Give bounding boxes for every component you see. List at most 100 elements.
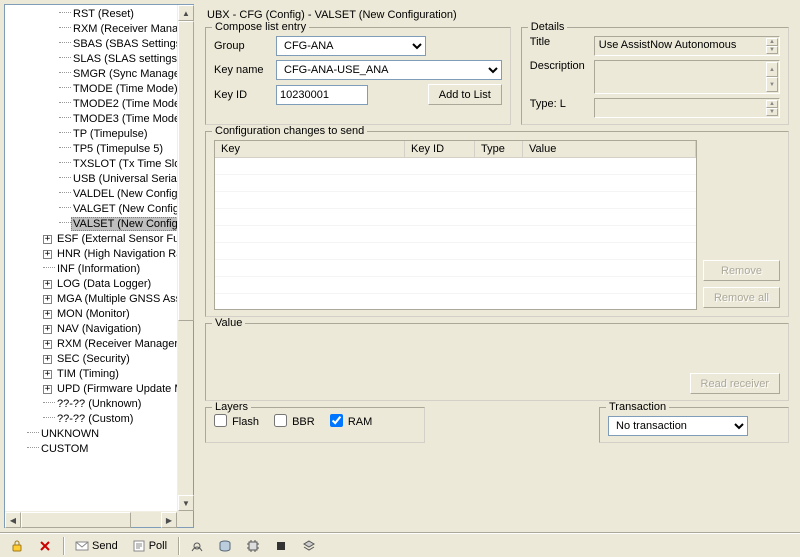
tree-expander-icon[interactable]: + bbox=[43, 385, 52, 394]
config-changes-table[interactable]: Key Key ID Type Value bbox=[214, 140, 697, 310]
tree-item-label[interactable]: SMGR (Sync Manager Co... bbox=[71, 68, 193, 80]
config-changes-body[interactable] bbox=[215, 158, 696, 309]
tree-item[interactable]: TP (Timepulse) bbox=[7, 127, 193, 142]
tree-item[interactable]: RXM (Receiver Manager) bbox=[7, 22, 193, 37]
col-key[interactable]: Key bbox=[215, 141, 405, 157]
tree-item-label[interactable]: TMODE (Time Mode) bbox=[71, 83, 180, 95]
spin-up-icon[interactable]: ▲ bbox=[766, 38, 778, 46]
hscroll-thumb[interactable] bbox=[21, 512, 131, 528]
message-tree[interactable]: RST (Reset) RXM (Receiver Manager) SBAS (S… bbox=[7, 7, 193, 457]
col-type[interactable]: Type bbox=[475, 141, 523, 157]
tree-item[interactable]: RST (Reset) bbox=[7, 7, 193, 22]
tree-item-label[interactable]: TIM (Timing) bbox=[55, 368, 121, 380]
tree-item[interactable]: SMGR (Sync Manager Co... bbox=[7, 67, 193, 82]
col-keyid[interactable]: Key ID bbox=[405, 141, 475, 157]
tree-item[interactable]: +HNR (High Navigation Rate) bbox=[7, 247, 193, 262]
tree-item[interactable]: TMODE (Time Mode) bbox=[7, 82, 193, 97]
tree-item[interactable]: ??-?? (Custom) bbox=[7, 412, 193, 427]
tree-item-label[interactable]: RXM (Receiver Manager) bbox=[55, 338, 184, 350]
tree-item[interactable]: TMODE2 (Time Mode 2) bbox=[7, 97, 193, 112]
tree-item-label[interactable]: SEC (Security) bbox=[55, 353, 132, 365]
remove-all-button[interactable]: Remove all bbox=[703, 287, 780, 308]
tree-expander-icon[interactable]: + bbox=[43, 340, 52, 349]
add-to-list-button[interactable]: Add to List bbox=[428, 84, 502, 105]
ram-checkbox-label[interactable]: RAM bbox=[330, 416, 373, 428]
tree-item[interactable]: UNKNOWN bbox=[7, 427, 193, 442]
tree-item[interactable]: +MGA (Multiple GNSS Assistar... bbox=[7, 292, 193, 307]
tree-item[interactable]: VALGET (New Configurat... bbox=[7, 202, 193, 217]
tool-button-5[interactable] bbox=[296, 536, 322, 556]
tree-item[interactable]: VALDEL (New Configurat... bbox=[7, 187, 193, 202]
tree-item-label[interactable]: INF (Information) bbox=[55, 263, 142, 275]
tree-item-label[interactable]: USB (Universal Serial Bus... bbox=[71, 173, 193, 185]
tree-item-label[interactable]: LOG (Data Logger) bbox=[55, 278, 153, 290]
tree-item-label[interactable]: CUSTOM bbox=[39, 443, 90, 455]
tool-button-1[interactable] bbox=[184, 536, 210, 556]
tree-item[interactable]: +MON (Monitor) bbox=[7, 307, 193, 322]
keyid-input[interactable] bbox=[276, 85, 368, 105]
tree-item-label[interactable]: MON (Monitor) bbox=[55, 308, 132, 320]
tree-expander-icon[interactable]: + bbox=[43, 310, 52, 319]
tree-hscrollbar[interactable]: ◀ ▶ bbox=[5, 511, 177, 527]
spin-up-icon[interactable]: ▲ bbox=[766, 100, 778, 108]
transaction-select[interactable]: No transaction bbox=[608, 416, 748, 436]
tree-item[interactable]: INF (Information) bbox=[7, 262, 193, 277]
scroll-right-icon[interactable]: ▶ bbox=[161, 512, 177, 528]
remove-button[interactable]: Remove bbox=[703, 260, 780, 281]
flash-checkbox-label[interactable]: Flash bbox=[214, 416, 259, 428]
tree-item[interactable]: TP5 (Timepulse 5) bbox=[7, 142, 193, 157]
tree-expander-icon[interactable]: + bbox=[43, 250, 52, 259]
bbr-checkbox-label[interactable]: BBR bbox=[274, 416, 315, 428]
tree-vscrollbar[interactable]: ▲ ▼ bbox=[177, 5, 193, 511]
tree-item[interactable]: +TIM (Timing) bbox=[7, 367, 193, 382]
tree-item[interactable]: +NAV (Navigation) bbox=[7, 322, 193, 337]
tree-expander-icon[interactable]: + bbox=[43, 280, 52, 289]
tree-item-label[interactable]: TP (Timepulse) bbox=[71, 128, 150, 140]
tree-item-label[interactable]: NAV (Navigation) bbox=[55, 323, 143, 335]
tree-item[interactable]: SBAS (SBAS Settings) bbox=[7, 37, 193, 52]
tool-button-3[interactable] bbox=[240, 536, 266, 556]
tree-item-label[interactable]: HNR (High Navigation Rate) bbox=[55, 248, 193, 260]
tree-item[interactable]: CUSTOM bbox=[7, 442, 193, 457]
tree-item[interactable]: TXSLOT (Tx Time Slots) bbox=[7, 157, 193, 172]
tree-item-label[interactable]: UPD (Firmware Update Mess... bbox=[55, 383, 193, 395]
flash-checkbox[interactable] bbox=[214, 414, 227, 427]
ram-checkbox[interactable] bbox=[330, 414, 343, 427]
tree-item-label[interactable]: ??-?? (Custom) bbox=[55, 413, 135, 425]
tree-item[interactable]: +UPD (Firmware Update Mess... bbox=[7, 382, 193, 397]
tree-item-label[interactable]: TXSLOT (Tx Time Slots) bbox=[71, 158, 193, 170]
tree-item[interactable]: USB (Universal Serial Bus... bbox=[7, 172, 193, 187]
keyname-select[interactable]: CFG-ANA-USE_ANA bbox=[276, 60, 502, 80]
tree-expander-icon[interactable]: + bbox=[43, 235, 52, 244]
group-select[interactable]: CFG-ANA bbox=[276, 36, 426, 56]
scroll-left-icon[interactable]: ◀ bbox=[5, 512, 21, 528]
tree-item[interactable]: +SEC (Security) bbox=[7, 352, 193, 367]
tree-item[interactable]: ??-?? (Unknown) bbox=[7, 397, 193, 412]
tree-expander-icon[interactable]: + bbox=[43, 370, 52, 379]
tree-item-label[interactable]: ESF (External Sensor Fusion... bbox=[55, 233, 193, 245]
send-button[interactable]: Send bbox=[69, 536, 124, 556]
spin-up-icon[interactable]: ▲ bbox=[766, 62, 778, 77]
tree-item[interactable]: +LOG (Data Logger) bbox=[7, 277, 193, 292]
tree-item-label[interactable]: TMODE3 (Time Mode 3) bbox=[71, 113, 193, 125]
tree-item-label[interactable]: SBAS (SBAS Settings) bbox=[71, 38, 187, 50]
spin-down-icon[interactable]: ▼ bbox=[766, 108, 778, 116]
delete-button[interactable] bbox=[32, 536, 58, 556]
tool-button-2[interactable] bbox=[212, 536, 238, 556]
bbr-checkbox[interactable] bbox=[274, 414, 287, 427]
spin-down-icon[interactable]: ▼ bbox=[766, 77, 778, 92]
tree-item-label[interactable]: RST (Reset) bbox=[71, 8, 136, 20]
tree-item-label[interactable]: SLAS (SLAS settings) bbox=[71, 53, 183, 65]
scroll-up-icon[interactable]: ▲ bbox=[178, 5, 194, 21]
tree-item-label[interactable]: VALGET (New Configurat... bbox=[71, 203, 193, 215]
tree-item-label[interactable]: VALSET (New Configurat... bbox=[71, 217, 193, 231]
poll-button[interactable]: Poll bbox=[126, 536, 173, 556]
tree-item-label[interactable]: RXM (Receiver Manager) bbox=[71, 23, 193, 35]
tree-expander-icon[interactable]: + bbox=[43, 295, 52, 304]
tree-item[interactable]: +ESF (External Sensor Fusion... bbox=[7, 232, 193, 247]
tree-expander-icon[interactable]: + bbox=[43, 325, 52, 334]
tree-item[interactable]: +RXM (Receiver Manager) bbox=[7, 337, 193, 352]
tree-item[interactable]: VALSET (New Configurat... bbox=[7, 217, 193, 232]
tree-expander-icon[interactable]: + bbox=[43, 355, 52, 364]
scroll-down-icon[interactable]: ▼ bbox=[178, 495, 194, 511]
